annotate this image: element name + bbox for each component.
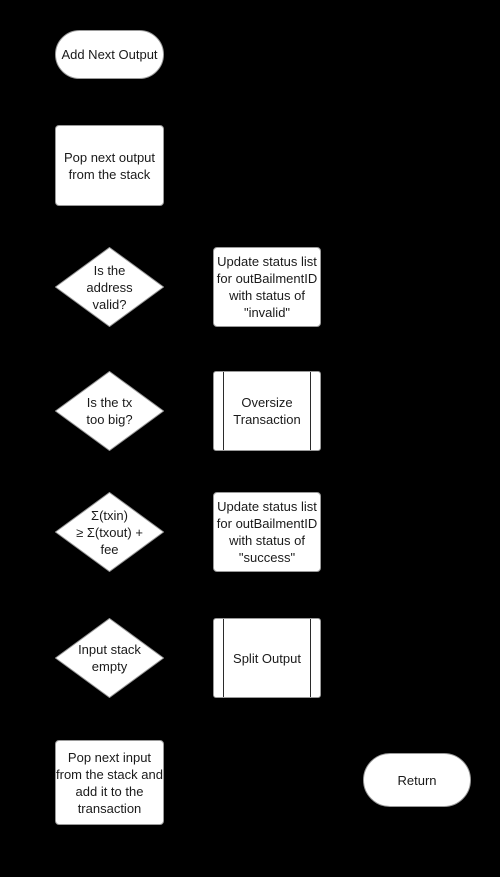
flowchart-node-label: Is the address valid? xyxy=(86,262,133,312)
flowchart-node-label: Pop next input from the stack and add it… xyxy=(56,749,163,816)
flowchart-node-pop-next-output: Pop next output from the stack xyxy=(55,125,164,206)
flowchart-canvas: Add Next Output Pop next output from the … xyxy=(0,0,500,877)
flowchart-node-label: Oversize Transaction xyxy=(233,395,301,427)
flowchart-node-pop-next-input: Pop next input from the stack and add it… xyxy=(55,740,164,825)
flowchart-node-split-output: Split Output xyxy=(213,618,321,698)
flowchart-node-label: Update status list for outBailmentID wit… xyxy=(216,254,318,320)
flowchart-node-update-status-success: Update status list for outBailmentID wit… xyxy=(213,492,321,572)
flowchart-node-label: Input stack empty xyxy=(78,642,141,674)
flowchart-node-label: Return xyxy=(397,772,437,788)
flowchart-node-update-status-invalid: Update status list for outBailmentID wit… xyxy=(213,247,321,327)
flowchart-node-sum-txin-check: Σ(txin) ≥ Σ(txout) + fee xyxy=(55,492,164,572)
flowchart-node-is-tx-too-big: Is the tx too big? xyxy=(55,371,164,451)
flowchart-node-oversize-transaction: Oversize Transaction xyxy=(213,371,321,451)
flowchart-node-label: Add Next Output xyxy=(61,47,158,62)
flowchart-node-label: Is the tx too big? xyxy=(86,395,133,427)
flowchart-node-add-next-output: Add Next Output xyxy=(55,30,164,79)
flowchart-node-label: Split Output xyxy=(233,650,301,666)
flowchart-node-label: Update status list for outBailmentID wit… xyxy=(216,499,318,565)
flowchart-node-input-stack-empty: Input stack empty xyxy=(55,618,164,698)
flowchart-node-is-address-valid: Is the address valid? xyxy=(55,247,164,327)
flowchart-node-label: Pop next output from the stack xyxy=(63,149,156,182)
flowchart-node-return: Return xyxy=(363,753,471,807)
flowchart-node-label: Σ(txin) ≥ Σ(txout) + fee xyxy=(76,507,143,557)
